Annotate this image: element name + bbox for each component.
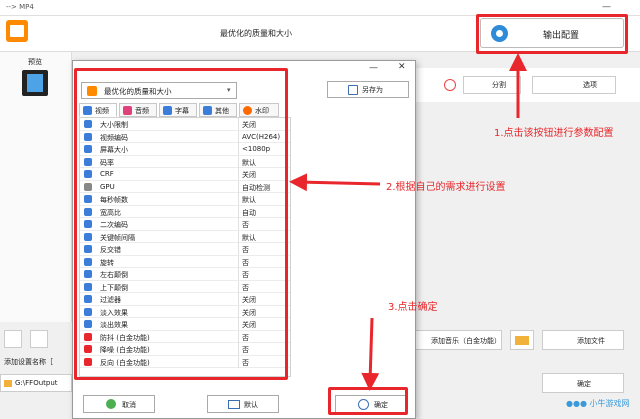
arrow-step3 bbox=[361, 317, 380, 391]
annotation-step1: 1.点击该按钮进行参数配置 bbox=[494, 128, 614, 139]
annotation-step2: 2.根据自己的需求进行设置 bbox=[386, 182, 506, 193]
arrow-step2 bbox=[289, 173, 381, 192]
annotation-step3: 3.点击确定 bbox=[388, 302, 438, 313]
annotation-arrows bbox=[289, 53, 527, 391]
